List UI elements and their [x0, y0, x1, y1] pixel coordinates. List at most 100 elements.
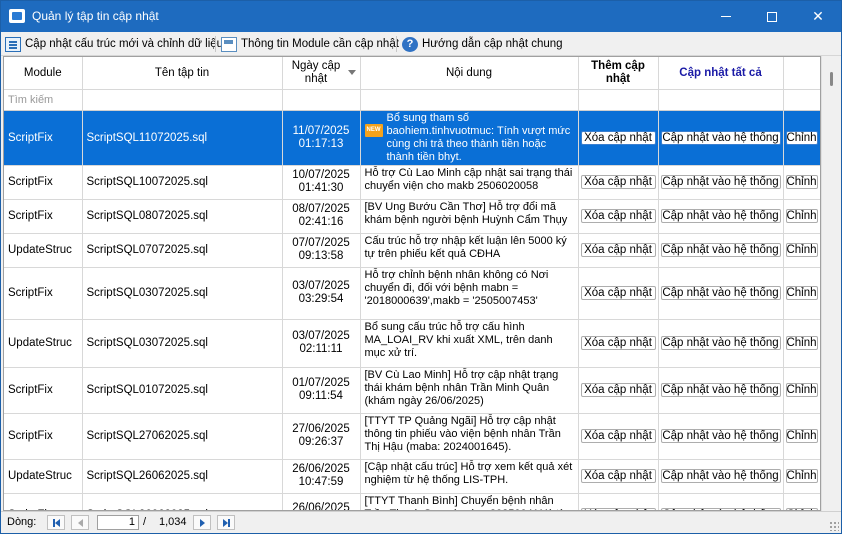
file-name-cell[interactable]: ScriptSQL26062025.sql — [82, 459, 283, 494]
date-cell[interactable]: 10/07/2025 01:41:30 — [282, 165, 361, 200]
filter-cell[interactable] — [82, 89, 283, 111]
table-row[interactable]: UpdateStruc ScriptSQL03072025.sql 03/07/20… — [4, 319, 820, 368]
file-name-cell[interactable]: ScriptSQL26062025.sql — [82, 493, 283, 510]
file-name-cell[interactable]: ScriptSQL01072025.sql — [82, 367, 283, 414]
date-cell[interactable]: 03/07/2025 02:11:11 — [282, 319, 361, 368]
date-cell[interactable]: 01/07/2025 09:11:54 — [282, 367, 361, 414]
minimize-button[interactable] — [703, 1, 749, 32]
content-cell[interactable]: [TTYT TP Quảng Ngãi] Hỗ trợ cập nhật thô… — [360, 413, 579, 460]
help-button[interactable]: ? Hướng dẫn cập nhật chung — [402, 34, 563, 54]
content-cell[interactable]: [Cập nhật cấu trúc] Hỗ trợ xem kết quả x… — [360, 459, 579, 494]
filter-cell[interactable] — [360, 89, 579, 111]
edit-button[interactable]: Chỉnh — [785, 175, 818, 189]
content-cell[interactable]: [BV Cù Lao Minh] Hỗ trợ cập nhật trạng t… — [360, 367, 579, 414]
delete-update-button[interactable]: Xóa cập nhật — [580, 429, 656, 443]
content-cell[interactable]: Hỗ trợ chỉnh bệnh nhân không có Nơi chuy… — [360, 267, 579, 320]
column-header-module[interactable]: Module — [4, 57, 83, 90]
delete-update-button[interactable]: Xóa cập nhật — [580, 383, 656, 397]
file-name-cell[interactable]: ScriptSQL03072025.sql — [82, 267, 283, 320]
content-cell[interactable]: Cấu trúc hỗ trợ nhập kết luận lên 5000 k… — [360, 233, 579, 268]
delete-update-button[interactable]: Xóa cập nhật — [580, 469, 656, 483]
delete-update-button[interactable]: Xóa cập nhật — [580, 175, 656, 189]
date-cell[interactable]: 07/07/2025 09:13:58 — [282, 233, 361, 268]
add-update-button[interactable]: Thêm cập nhật — [578, 57, 659, 90]
delete-update-button[interactable]: Xóa cập nhật — [580, 286, 656, 300]
module-cell[interactable]: ScriptFix — [4, 110, 83, 166]
column-header-content[interactable]: Nội dung — [360, 57, 579, 90]
date-cell[interactable]: 11/07/2025 01:17:13 — [282, 110, 361, 166]
content-cell[interactable]: [BV Ung Bướu Cần Thơ] Hỗ trợ đổi mã khám… — [360, 199, 579, 234]
resize-grip[interactable] — [829, 521, 839, 531]
edit-button[interactable]: Chỉnh — [785, 469, 818, 483]
file-name-cell[interactable]: ScriptSQL11072025.sql — [82, 110, 283, 166]
edit-button[interactable]: Chỉnh — [785, 209, 818, 223]
module-cell[interactable]: ScriptFix — [4, 413, 83, 460]
scrollbar-thumb[interactable] — [830, 72, 833, 86]
file-name-cell[interactable]: ScriptSQL08072025.sql — [82, 199, 283, 234]
content-cell[interactable]: NEW Bổ sung tham số baohiem.tinhvuotmuc: … — [360, 110, 579, 166]
edit-button[interactable]: Chỉnh — [785, 383, 818, 397]
apply-update-button[interactable]: Cập nhật vào hệ thống — [660, 175, 781, 189]
vertical-scrollbar[interactable] — [821, 56, 841, 511]
table-row[interactable]: ScriptFix ScriptSQL11072025.sql 11/07/2025… — [4, 110, 820, 166]
table-row[interactable]: ScriptFix ScriptSQL27062025.sql 27/06/2025… — [4, 413, 820, 460]
module-cell[interactable]: ScriptFix — [4, 267, 83, 320]
edit-button[interactable]: Chỉnh — [785, 286, 818, 300]
delete-update-button[interactable]: Xóa cập nhật — [580, 336, 656, 350]
date-cell[interactable]: 27/06/2025 09:26:37 — [282, 413, 361, 460]
last-record-button[interactable] — [217, 515, 235, 530]
table-row[interactable]: ScriptFix ScriptSQL01072025.sql 01/07/2025… — [4, 367, 820, 414]
search-filter-input[interactable]: Tìm kiếm — [4, 89, 83, 111]
apply-update-button[interactable]: Cập nhật vào hệ thống — [660, 469, 781, 483]
apply-update-button[interactable]: Cập nhật vào hệ thống — [660, 383, 781, 397]
module-cell[interactable]: ScriptFix — [4, 493, 83, 510]
module-cell[interactable]: UpdateStruc — [4, 233, 83, 268]
filter-cell[interactable] — [282, 89, 361, 111]
file-name-cell[interactable]: ScriptSQL07072025.sql — [82, 233, 283, 268]
delete-update-button[interactable]: Xóa cập nhật — [580, 130, 656, 145]
column-header-file-name[interactable]: Tên tập tin — [82, 57, 283, 90]
close-button[interactable]: ✕ — [795, 1, 841, 32]
module-cell[interactable]: ScriptFix — [4, 367, 83, 414]
edit-button[interactable]: Chỉnh — [785, 429, 818, 443]
date-cell[interactable]: 26/06/2025 10:47:59 — [282, 459, 361, 494]
table-row[interactable]: UpdateStruc ScriptSQL07072025.sql 07/07/20… — [4, 233, 820, 268]
table-row[interactable]: ScriptFixScriptSQL26062025.sql26/06/2025… — [4, 493, 820, 510]
current-record-input[interactable]: 1 — [97, 515, 139, 530]
update-structure-button[interactable]: Cập nhật cấu trúc mới và chỉnh dữ liệu — [5, 34, 223, 54]
module-cell[interactable]: UpdateStruc — [4, 459, 83, 494]
date-cell[interactable]: 08/07/2025 02:41:16 — [282, 199, 361, 234]
delete-update-button[interactable]: Xóa cập nhật — [580, 243, 656, 257]
first-record-button[interactable] — [47, 515, 65, 530]
edit-button[interactable]: Chỉnh — [785, 130, 818, 145]
file-name-cell[interactable]: ScriptSQL27062025.sql — [82, 413, 283, 460]
file-name-cell[interactable]: ScriptSQL10072025.sql — [82, 165, 283, 200]
module-cell[interactable]: ScriptFix — [4, 199, 83, 234]
module-cell[interactable]: ScriptFix — [4, 165, 83, 200]
apply-update-button[interactable]: Cập nhật vào hệ thống — [660, 336, 781, 350]
content-cell[interactable]: Bổ sung cấu trúc hỗ trợ cấu hình MA_LOAI… — [360, 319, 579, 368]
table-row[interactable]: ScriptFix ScriptSQL03072025.sql 03/07/2025… — [4, 267, 820, 320]
file-name-cell[interactable]: ScriptSQL03072025.sql — [82, 319, 283, 368]
apply-update-button[interactable]: Cập nhật vào hệ thống — [660, 243, 781, 257]
date-cell[interactable]: 03/07/2025 03:29:54 — [282, 267, 361, 320]
apply-update-button[interactable]: Cập nhật vào hệ thống — [660, 209, 781, 223]
module-cell[interactable]: UpdateStruc — [4, 319, 83, 368]
content-cell[interactable]: [TTYT Thanh Bình] Chuyển bệnh nhân Trần … — [360, 493, 579, 510]
next-record-button[interactable] — [193, 515, 211, 530]
content-cell[interactable]: Hỗ trợ Cù Lao Minh cập nhật sai trạng th… — [360, 165, 579, 200]
edit-button[interactable]: Chỉnh — [785, 336, 818, 350]
table-row[interactable]: UpdateStruc ScriptSQL26062025.sql 26/06/20… — [4, 459, 820, 494]
date-cell[interactable]: 26/06/202510:40:20 — [282, 493, 361, 510]
previous-record-button[interactable] — [71, 515, 89, 530]
column-header-update-date[interactable]: Ngày cập nhật — [282, 57, 361, 90]
delete-update-button[interactable]: Xóa cập nhật — [580, 209, 656, 223]
module-info-button[interactable]: Thông tin Module cần cập nhật — [221, 34, 399, 54]
table-row[interactable]: ScriptFix ScriptSQL10072025.sql 10/07/2025… — [4, 165, 820, 200]
maximize-button[interactable] — [749, 1, 795, 32]
update-all-button[interactable]: Cập nhật tất cả — [658, 57, 784, 90]
apply-update-button[interactable]: Cập nhật vào hệ thống — [660, 429, 781, 443]
table-row[interactable]: ScriptFix ScriptSQL08072025.sql 08/07/2025… — [4, 199, 820, 234]
edit-button[interactable]: Chỉnh — [785, 243, 818, 257]
apply-update-button[interactable]: Cập nhật vào hệ thống — [660, 286, 781, 300]
